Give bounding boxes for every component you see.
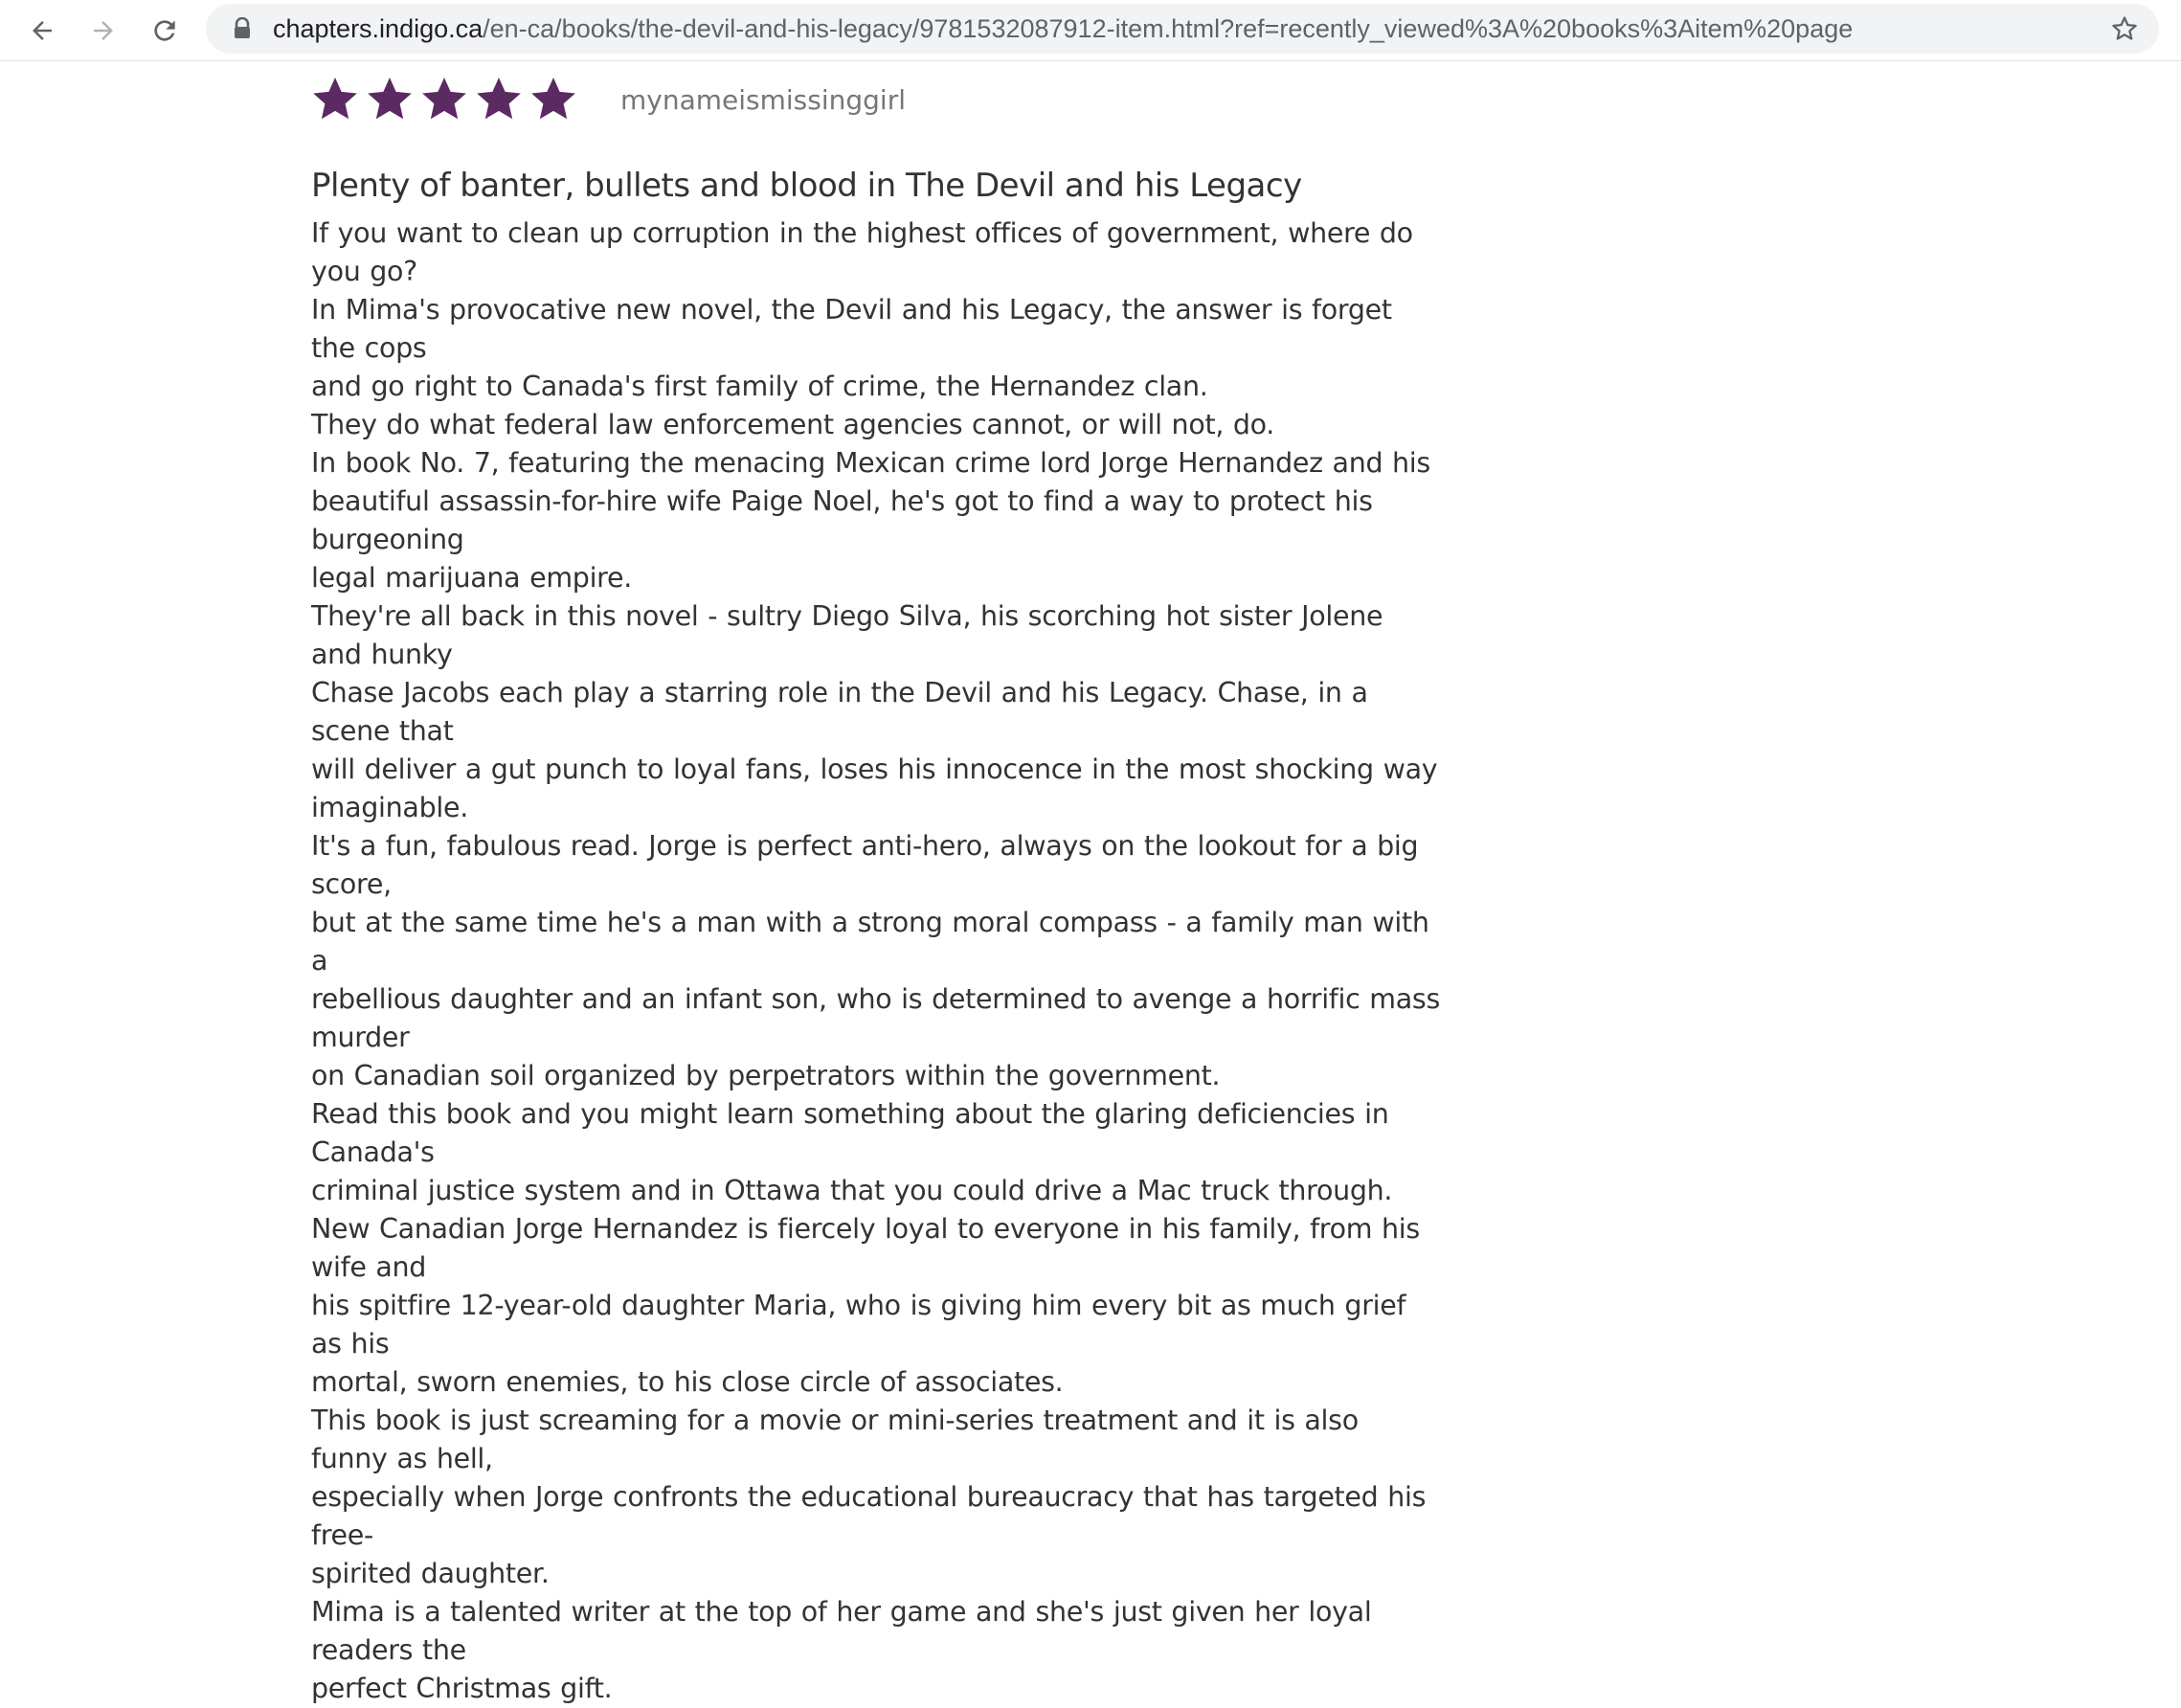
back-arrow-icon	[33, 21, 52, 40]
review-line: and go right to Canada's first family of…	[311, 371, 1208, 402]
star-icon	[477, 78, 521, 120]
star-icon	[422, 78, 466, 120]
url-path: /en-ca/books/the-devil-and-his-legacy/97…	[483, 14, 1854, 43]
review-line: This book is just screaming for a movie …	[311, 1405, 1359, 1474]
reviewer-name: mynameismissinggirl	[620, 83, 906, 116]
review-line: legal marijuana empire.	[311, 562, 632, 594]
review-line: will deliver a gut punch to loyal fans, …	[311, 753, 1438, 785]
review-header: mynameismissinggirl	[309, 69, 906, 130]
forward-button[interactable]	[80, 8, 126, 54]
lock-icon	[235, 17, 250, 38]
address-bar[interactable]: chapters.indigo.ca/en-ca/books/the-devil…	[206, 4, 2159, 54]
review-line: especially when Jorge confronts the educ…	[311, 1481, 1427, 1551]
review-title: Plenty of banter, bullets and blood in T…	[311, 167, 1302, 205]
review-line: but at the same time he's a man with a s…	[311, 907, 1429, 977]
bookmark-star-icon	[2112, 16, 2137, 40]
review-line: Mima is a talented writer at the top of …	[311, 1596, 1372, 1666]
review-line: imaginable.	[311, 792, 468, 823]
review-line: Read this book and you might learn somet…	[311, 1098, 1389, 1168]
review-line: Chase Jacobs each play a starring role i…	[311, 677, 1368, 747]
star-icon	[368, 78, 412, 120]
review-line: his spitfire 12-year-old daughter Maria,…	[311, 1290, 1406, 1360]
review-line: They do what federal law enforcement age…	[311, 409, 1275, 440]
review-line: mortal, sworn enemies, to his close circ…	[311, 1366, 1064, 1398]
review-line: beautiful assassin-for-hire wife Paige N…	[311, 485, 1373, 555]
url-text[interactable]: chapters.indigo.ca/en-ca/books/the-devil…	[273, 4, 1853, 54]
reload-icon	[154, 20, 175, 41]
review-line: perfect Christmas gift.	[311, 1673, 613, 1704]
review-line: New Canadian Jorge Hernandez is fiercely…	[311, 1213, 1420, 1283]
review-line: In book No. 7, featuring the menacing Me…	[311, 447, 1430, 479]
star-rating	[309, 74, 582, 125]
review-line: criminal justice system and in Ottawa th…	[311, 1175, 1393, 1206]
forward-arrow-icon	[94, 21, 113, 40]
bookmark-button[interactable]	[2107, 11, 2142, 46]
back-button[interactable]	[19, 8, 65, 54]
browser-toolbar: chapters.indigo.ca/en-ca/books/the-devil…	[0, 0, 2181, 61]
reload-button[interactable]	[142, 8, 188, 54]
review-line: They're all back in this novel - sultry …	[311, 600, 1383, 670]
review-line: on Canadian soil organized by perpetrato…	[311, 1060, 1221, 1091]
review-line: rebellious daughter and an infant son, w…	[311, 983, 1441, 1053]
url-host: chapters.indigo.ca	[273, 14, 483, 43]
review-body: If you want to clean up corruption in th…	[311, 214, 1441, 1708]
review-line: If you want to clean up corruption in th…	[311, 217, 1413, 287]
star-icon	[531, 78, 575, 120]
star-icon	[313, 78, 357, 120]
review-line: In Mima's provocative new novel, the Dev…	[311, 294, 1392, 364]
review-line: spirited daughter.	[311, 1558, 550, 1589]
review-line: It's a fun, fabulous read. Jorge is perf…	[311, 830, 1419, 900]
